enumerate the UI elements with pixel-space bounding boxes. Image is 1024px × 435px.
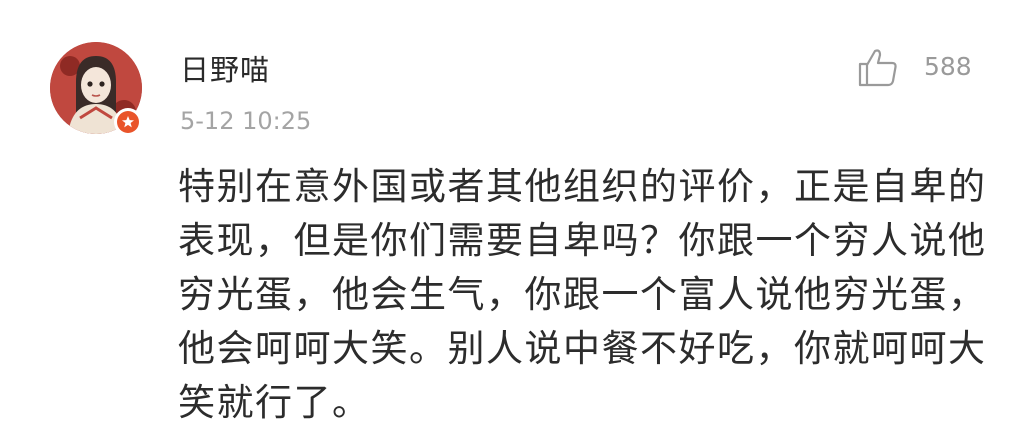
thumbs-up-icon: [858, 49, 897, 87]
like-button[interactable]: 588: [856, 44, 986, 90]
vip-badge: [114, 108, 142, 136]
vip-star-icon: [121, 116, 135, 128]
comment-body: 特别在意外国或者其他组织的评价，正是自卑的表现，但是你们需要自卑吗？你跟一个穷人…: [178, 165, 987, 424]
like-count: 588: [924, 52, 972, 81]
username[interactable]: 日野喵: [180, 50, 270, 90]
timestamp: 5-12 10:25: [180, 107, 312, 135]
comment-item: 日野喵 5-12 10:25 588 特别在意外国或者其他组织的评价，正是自卑的…: [0, 0, 1024, 435]
